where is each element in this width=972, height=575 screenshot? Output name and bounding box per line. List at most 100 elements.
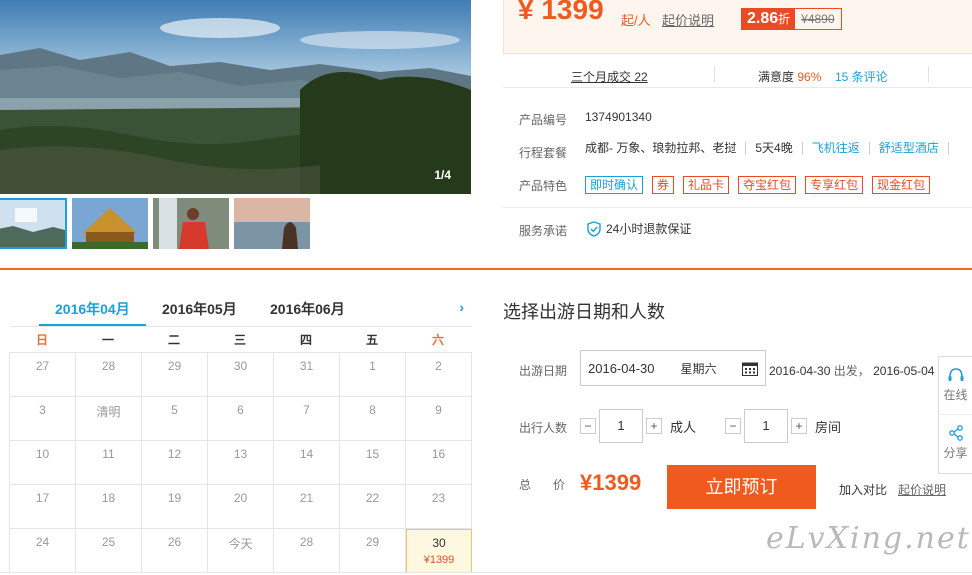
calendar-day-number: 7 — [303, 403, 310, 417]
calendar-day[interactable]: 24 — [10, 529, 76, 573]
date-range-note: 2016-04-30 出发， 2016-05-04 — [769, 362, 934, 379]
date-picker[interactable]: 2016-04-30 星期六 — [580, 350, 766, 386]
weekday-tue: 二 — [167, 333, 180, 347]
people-label: 出行人数 — [519, 421, 568, 435]
price-explain-link-2[interactable]: 起价说明 — [898, 481, 946, 498]
calendar-weekdays: 日 一 二 三 四 五 六 — [9, 327, 472, 353]
calendar-day[interactable]: 3 — [10, 397, 76, 441]
calendar-day-number: 25 — [101, 535, 116, 549]
calendar-day-number: 17 — [35, 491, 50, 505]
package-flight-link[interactable]: 飞机往返 — [803, 142, 870, 155]
product-main-image[interactable]: 1/4 — [0, 0, 471, 194]
calendar-day-number: 1 — [369, 359, 376, 373]
calendar-day-number: 29 — [167, 359, 182, 373]
thumbnail-2[interactable] — [72, 198, 148, 249]
tab-month-05[interactable]: 2016年05月 — [162, 299, 237, 319]
book-now-button[interactable]: 立即预订 — [667, 465, 816, 509]
calendar-day[interactable]: 19 — [142, 485, 208, 529]
watermark: eLvXing.net — [766, 521, 971, 556]
calendar-day-number: 15 — [365, 447, 380, 461]
calendar-day[interactable]: 6 — [208, 397, 274, 441]
tag-coupon[interactable]: 券 — [652, 176, 675, 194]
calendar-day[interactable]: 9 — [406, 397, 472, 441]
tag-exclusive-redpack[interactable]: 专享红包 — [805, 176, 864, 194]
adults-stepper: − 1 + 成人 — [580, 409, 696, 443]
adults-input[interactable]: 1 — [599, 409, 643, 443]
calendar-day-price: ¥1399 — [423, 554, 455, 566]
calendar-day[interactable]: 28 — [76, 353, 142, 397]
rooms-plus-button[interactable]: + — [791, 418, 807, 434]
calendar-day[interactable]: 27 — [10, 353, 76, 397]
calendar-day[interactable]: 25 — [76, 529, 142, 573]
calendar-day[interactable]: 29 — [340, 529, 406, 573]
calendar-day[interactable]: 14 — [274, 441, 340, 485]
date-weekday: 星期六 — [680, 361, 717, 376]
discount-badge: 2.86折 ¥4890 — [741, 8, 842, 30]
chevron-right-icon[interactable]: › — [459, 299, 464, 315]
package-label: 行程套餐 — [519, 146, 568, 160]
service-promise: 24小时退款保证 — [587, 220, 691, 237]
calendar-day[interactable]: 5 — [142, 397, 208, 441]
calendar-day-selected[interactable]: 30 ¥1399 — [406, 529, 472, 573]
satisfaction: 满意度 96% — [758, 70, 822, 84]
online-service-button[interactable]: 在线 — [939, 357, 972, 415]
start-date: 2016-04-30 — [769, 364, 831, 378]
calendar-day-number: 6 — [237, 403, 244, 417]
calendar-day[interactable]: 20 — [208, 485, 274, 529]
calendar-day[interactable]: 26 — [142, 529, 208, 573]
calendar-day[interactable]: 31 — [274, 353, 340, 397]
sales-count[interactable]: 三个月成交 22 — [571, 68, 648, 85]
calendar-day-number: 5 — [171, 403, 178, 417]
adults-unit: 成人 — [670, 419, 697, 435]
total-label: 总价 — [519, 478, 588, 492]
calendar-day[interactable]: 17 — [10, 485, 76, 529]
month-tabs: 2016年04月 2016年05月 2016年06月 › — [10, 294, 472, 327]
calendar-day[interactable]: 21 — [274, 485, 340, 529]
thumbnail-3[interactable] — [153, 198, 229, 249]
calendar-day[interactable]: 2 — [406, 353, 472, 397]
adults-plus-button[interactable]: + — [646, 418, 662, 434]
package-hotel-link[interactable]: 舒适型酒店 — [870, 142, 949, 155]
thumbnail-1[interactable] — [0, 198, 67, 249]
calendar-day[interactable]: 12 — [142, 441, 208, 485]
online-label: 在线 — [943, 388, 968, 402]
calendar-day[interactable]: 18 — [76, 485, 142, 529]
tag-cash-redpack[interactable]: 现金红包 — [872, 176, 931, 194]
calendar-day[interactable]: 15 — [340, 441, 406, 485]
tab-month-04[interactable]: 2016年04月 — [55, 299, 130, 319]
calendar-day-number: 26 — [167, 535, 182, 549]
thumbnail-4[interactable] — [234, 198, 310, 249]
calendar-day[interactable]: 29 — [142, 353, 208, 397]
calendar-day[interactable]: 清明 — [76, 397, 142, 441]
calendar-day-number: 24 — [35, 535, 50, 549]
calendar: 日 一 二 三 四 五 六 27 28 29 30 31 1 2 3 清明 5 6 7 8 9 10 11 12… — [9, 327, 472, 573]
price-explain-link[interactable]: 起价说明 — [662, 10, 714, 29]
tag-treasure-redpack[interactable]: 夺宝红包 — [738, 176, 797, 194]
adults-minus-button[interactable]: − — [580, 418, 596, 434]
add-compare-link[interactable]: 加入对比 — [839, 481, 887, 498]
tag-gift-card[interactable]: 礼品卡 — [683, 176, 730, 194]
tab-month-06[interactable]: 2016年06月 — [270, 299, 345, 319]
reviews-link[interactable]: 15 条评论 — [835, 68, 888, 85]
calendar-day-number: 23 — [431, 491, 446, 505]
calendar-day[interactable]: 13 — [208, 441, 274, 485]
calendar-day[interactable]: 8 — [340, 397, 406, 441]
product-no-label: 产品编号 — [519, 113, 568, 127]
rooms-minus-button[interactable]: − — [725, 418, 741, 434]
calendar-day[interactable]: 22 — [340, 485, 406, 529]
calendar-day[interactable]: 今天 — [208, 529, 274, 573]
tag-instant-confirm[interactable]: 即时确认 — [585, 176, 644, 194]
rooms-input[interactable]: 1 — [744, 409, 788, 443]
calendar-day[interactable]: 11 — [76, 441, 142, 485]
calendar-day[interactable]: 16 — [406, 441, 472, 485]
calendar-day[interactable]: 30 — [208, 353, 274, 397]
section-divider — [0, 268, 972, 270]
calendar-day[interactable]: 28 — [274, 529, 340, 573]
share-button[interactable]: 分享 — [939, 415, 972, 473]
calendar-day-number: 21 — [299, 491, 314, 505]
calendar-day[interactable]: 23 — [406, 485, 472, 529]
calendar-day[interactable]: 7 — [274, 397, 340, 441]
calendar-day[interactable]: 1 — [340, 353, 406, 397]
calendar-day[interactable]: 10 — [10, 441, 76, 485]
calendar-day-number: 30 — [432, 536, 446, 550]
